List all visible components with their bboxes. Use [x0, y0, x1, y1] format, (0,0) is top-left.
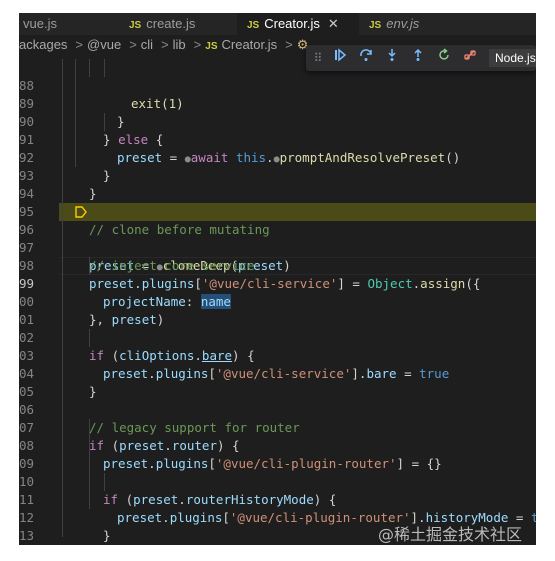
code-line: 02 if (cliOptions.bare) { — [19, 330, 255, 363]
code-line: 11 preset.plugins['@vue/cli-plugin-route… — [19, 473, 536, 525]
breadcrumb-item[interactable]: Creator.js — [222, 37, 278, 52]
close-icon[interactable]: ✕ — [328, 16, 339, 31]
tab-label: create.js — [146, 16, 196, 31]
tab-label: vue.js — [23, 16, 57, 31]
breadcrumb-item[interactable]: lib — [173, 37, 186, 52]
code-line: 03 preset.plugins['@vue/cli-service'].ba… — [19, 348, 450, 381]
js-icon: JS — [205, 41, 218, 52]
code-line: 95 // clone before mutating — [19, 185, 536, 237]
code-line: 96 preset = ●cloneDeep(preset) — [19, 203, 536, 273]
code-line: 94 — [19, 167, 536, 201]
tab-create-js[interactable]: JS create.js — [129, 13, 195, 35]
code-line: 04 } — [19, 347, 536, 399]
chevron-right-icon: > — [193, 37, 202, 52]
step-over-icon[interactable] — [356, 48, 376, 68]
code-line: 97 // inject core service — [19, 221, 536, 273]
code-line: 00 }, preset) — [19, 275, 536, 327]
step-into-icon[interactable] — [382, 48, 402, 68]
code-line: 89 } — [19, 77, 536, 129]
chevron-right-icon: > — [285, 37, 293, 52]
breadcrumb-item[interactable]: cli — [141, 37, 153, 52]
vscode-window: vue.js JS create.js JS Creator.js ✕ JS env.j… — [19, 13, 536, 545]
paused-breakpoint-icon[interactable] — [75, 206, 87, 218]
code-line: 08 preset.plugins['@vue/cli-plugin-route… — [19, 438, 442, 471]
code-line: 98 preset.plugins['@vue/cli-service'] = … — [19, 258, 481, 291]
tab-env-js[interactable]: JS env.js — [369, 13, 419, 35]
code-editor[interactable]: 88 exit(1) 89 } 90 } else { 91 preset = … — [19, 59, 536, 545]
code-line: 09 — [19, 437, 536, 471]
tab-label: Creator.js — [264, 16, 320, 31]
restart-icon[interactable] — [434, 48, 454, 68]
code-line: 01 — [19, 293, 536, 327]
breadcrumb-item[interactable]: ackages — [19, 37, 67, 52]
js-icon: JS — [369, 20, 382, 31]
code-line: 91 preset = ●await this.●promptAndResolv… — [19, 132, 461, 165]
code-line: 93 } — [19, 149, 536, 201]
code-line: 10 if (preset.routerHistoryMode) { — [19, 474, 337, 507]
step-out-icon[interactable] — [408, 48, 428, 68]
debug-session-select[interactable]: Node.js P — [489, 49, 536, 67]
code-line: 06 // legacy support for router — [19, 383, 536, 435]
chevron-right-icon: > — [75, 37, 84, 52]
code-line: 92 } — [19, 131, 536, 183]
js-icon: JS — [247, 20, 260, 31]
tab-label: env.js — [386, 16, 420, 31]
code-line: 99 projectName: name — [19, 276, 231, 309]
disconnect-icon[interactable] — [460, 48, 480, 68]
tab-creator-js[interactable]: JS Creator.js ✕ — [237, 13, 359, 35]
watermark: @稀土掘金技术社区 — [378, 525, 523, 544]
code-line: 07 if (preset.router) { — [19, 420, 240, 453]
code-line: 12 } — [19, 491, 536, 543]
editor-tab-bar: vue.js JS create.js JS Creator.js ✕ JS env.j… — [19, 13, 536, 35]
js-icon: JS — [129, 20, 142, 31]
continue-icon[interactable] — [330, 48, 350, 68]
code-line: 05 — [19, 365, 536, 399]
breadcrumb-item[interactable]: @vue — [87, 37, 121, 52]
chevron-right-icon: > — [129, 37, 137, 52]
grip-icon[interactable]: ⠿ — [308, 48, 328, 68]
code-line: 90 } else { — [19, 95, 536, 147]
chevron-right-icon: > — [161, 37, 169, 52]
tab-vue-js[interactable]: vue.js — [23, 13, 57, 35]
debug-toolbar: ⠿ Node.js P — [306, 45, 536, 71]
